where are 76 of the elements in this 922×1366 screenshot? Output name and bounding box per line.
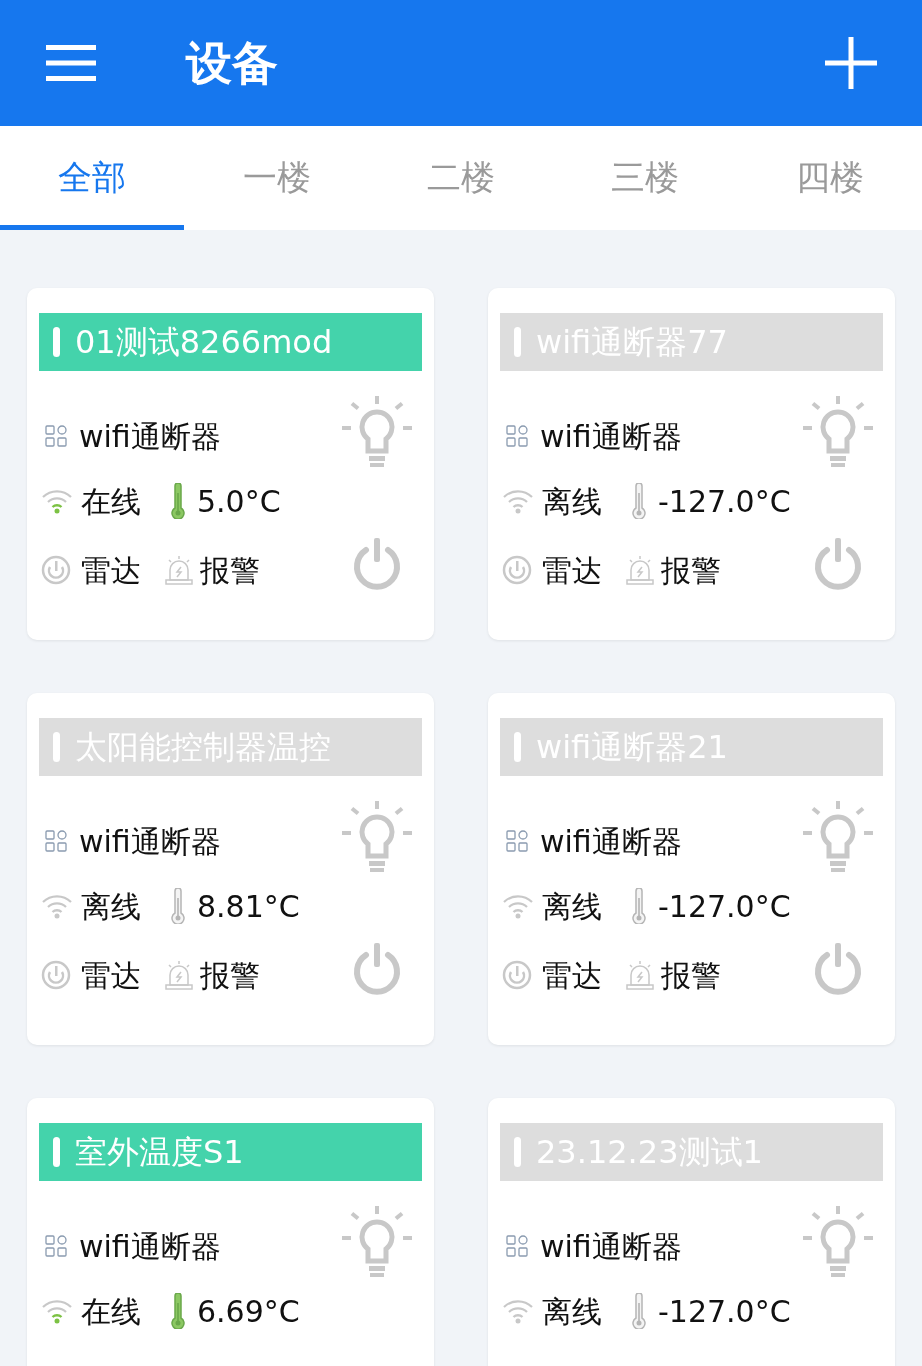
status-text: 离线 — [542, 887, 602, 926]
grid-icon — [45, 1235, 67, 1257]
radar-label: 雷达 — [81, 551, 141, 590]
alarm-label: 报警 — [661, 956, 721, 995]
alarm-label: 报警 — [200, 551, 260, 590]
device-name: 室外温度S1 — [75, 1132, 244, 1173]
title-marker — [514, 732, 521, 762]
device-type: wifi通断器 — [79, 417, 221, 456]
radar-label: 雷达 — [542, 956, 602, 995]
alarm-light-icon — [625, 555, 655, 585]
radar-icon — [41, 960, 71, 990]
temperature-reading: 8.81°C — [197, 887, 300, 926]
status-text: 离线 — [81, 887, 141, 926]
menu-icon[interactable] — [46, 45, 96, 81]
thermometer-icon — [630, 888, 648, 924]
alarm-label: 报警 — [661, 551, 721, 590]
title-marker — [514, 327, 521, 357]
grid-icon — [45, 830, 67, 852]
title-marker — [53, 732, 60, 762]
page-title: 设备 — [186, 34, 278, 92]
grid-icon — [506, 1235, 528, 1257]
device-type: wifi通断器 — [540, 417, 682, 456]
title-marker — [53, 1137, 60, 1167]
device-type: wifi通断器 — [79, 822, 221, 861]
title-marker — [514, 1137, 521, 1167]
status-text: 在线 — [81, 482, 141, 521]
temperature-reading: -127.0°C — [658, 482, 791, 521]
alarm-light-icon — [625, 960, 655, 990]
light-bulb-icon — [342, 396, 412, 468]
temperature-reading: 5.0°C — [197, 482, 281, 521]
grid-icon — [506, 425, 528, 447]
radar-label: 雷达 — [542, 551, 602, 590]
title-marker — [53, 327, 60, 357]
thermometer-icon — [169, 1293, 187, 1329]
light-bulb-icon — [342, 1206, 412, 1278]
wifi-icon — [41, 893, 73, 919]
alarm-label: 报警 — [200, 956, 260, 995]
radar-label: 雷达 — [81, 956, 141, 995]
device-type: wifi通断器 — [540, 1227, 682, 1266]
tab[interactable]: 全部 — [0, 126, 185, 230]
thermometer-icon — [630, 1293, 648, 1329]
device-card[interactable]: 01测试8266mod wifi通断器 在线 5.0°C 雷达 报警 — [27, 288, 434, 640]
temperature-reading: -127.0°C — [658, 1292, 791, 1331]
device-type: wifi通断器 — [79, 1227, 221, 1266]
wifi-icon — [41, 488, 73, 514]
light-bulb-icon — [803, 396, 873, 468]
thermometer-icon — [630, 483, 648, 519]
device-type: wifi通断器 — [540, 822, 682, 861]
radar-icon — [502, 960, 532, 990]
thermometer-icon — [169, 483, 187, 519]
power-icon — [352, 538, 402, 590]
status-text: 在线 — [81, 1292, 141, 1331]
power-icon — [813, 538, 863, 590]
light-bulb-icon — [803, 1206, 873, 1278]
add-icon[interactable] — [825, 37, 877, 89]
radar-icon — [41, 555, 71, 585]
status-text: 离线 — [542, 482, 602, 521]
power-icon — [352, 943, 402, 995]
status-text: 离线 — [542, 1292, 602, 1331]
temperature-reading: 6.69°C — [197, 1292, 300, 1331]
alarm-light-icon — [164, 960, 194, 990]
device-name: 01测试8266mod — [75, 322, 333, 363]
wifi-icon — [502, 1298, 534, 1324]
light-bulb-icon — [342, 801, 412, 873]
alarm-light-icon — [164, 555, 194, 585]
power-icon — [813, 943, 863, 995]
temperature-reading: -127.0°C — [658, 887, 791, 926]
wifi-icon — [502, 893, 534, 919]
grid-icon — [506, 830, 528, 852]
wifi-icon — [502, 488, 534, 514]
grid-icon — [45, 425, 67, 447]
thermometer-icon — [169, 888, 187, 924]
light-bulb-icon — [803, 801, 873, 873]
radar-icon — [502, 555, 532, 585]
wifi-icon — [41, 1298, 73, 1324]
device-card[interactable]: 室外温度S1 wifi通断器 在线 6.69°C — [27, 1098, 434, 1366]
